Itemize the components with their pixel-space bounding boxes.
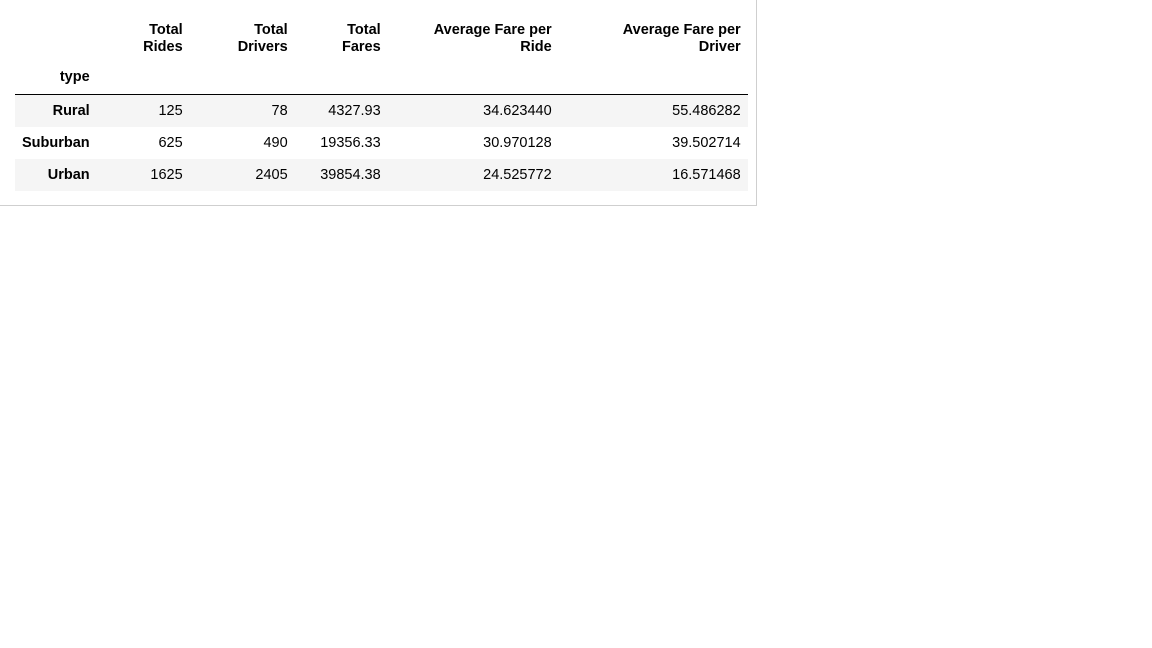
table-row: Suburban 625 490 19356.33 30.970128 39.5… — [15, 127, 748, 159]
table-cell: 625 — [158, 134, 183, 151]
table-cell: 39.502714 — [672, 134, 741, 151]
column-header-avg-fare-per-ride: Average Fare per Ride — [388, 20, 559, 58]
table-cell: 39854.38 — [320, 166, 381, 183]
column-header-line: Average Fare per — [433, 22, 552, 38]
table-cell: 16.571468 — [672, 166, 741, 183]
corner-cell — [15, 20, 97, 58]
index-row-spacer — [294, 58, 388, 95]
table-cell: 2405 — [255, 166, 288, 183]
table-cell: 1625 — [150, 166, 183, 183]
table-row: Rural 125 78 4327.93 34.623440 55.486282 — [15, 94, 748, 127]
row-index-label: Suburban — [22, 134, 90, 151]
notebook-output-area: Total Rides Total Drivers Total Fares Av… — [0, 0, 757, 206]
index-row-spacer — [558, 58, 748, 95]
index-name-label: type — [15, 58, 97, 95]
dataframe-table: Total Rides Total Drivers Total Fares Av… — [15, 20, 748, 191]
column-header-line: Ride — [520, 39, 552, 55]
table-cell: 125 — [158, 102, 183, 119]
column-header-line: Rides — [143, 39, 183, 55]
row-index-label: Rural — [52, 102, 90, 119]
table-cell: 30.970128 — [483, 134, 552, 151]
table-cell: 55.486282 — [672, 102, 741, 119]
column-header-row: Total Rides Total Drivers Total Fares Av… — [15, 20, 748, 58]
table-cell: 34.623440 — [483, 102, 552, 119]
column-header-total-fares: Total Fares — [295, 20, 388, 58]
index-row-spacer — [189, 58, 295, 95]
index-row-spacer — [96, 58, 190, 95]
column-header-line: Driver — [698, 39, 741, 55]
index-name-row: type — [15, 58, 748, 95]
column-header-line: Total — [254, 22, 288, 38]
column-header-total-rides: Total Rides — [97, 20, 190, 58]
column-header-total-drivers: Total Drivers — [190, 20, 295, 58]
table-cell: 24.525772 — [483, 166, 552, 183]
table-cell: 19356.33 — [320, 134, 381, 151]
table-row: Urban 1625 2405 39854.38 24.525772 16.57… — [15, 158, 748, 191]
table-cell: 490 — [263, 134, 288, 151]
column-header-line: Average Fare per — [622, 22, 741, 38]
column-header-avg-fare-per-driver: Average Fare per Driver — [559, 20, 748, 58]
column-header-line: Drivers — [237, 39, 288, 55]
table-cell: 78 — [271, 102, 288, 119]
column-header-line: Fares — [341, 39, 381, 55]
column-header-line: Total — [347, 22, 381, 38]
row-index-label: Urban — [47, 166, 90, 183]
table-cell: 4327.93 — [328, 102, 381, 119]
index-row-spacer — [387, 58, 559, 95]
column-header-line: Total — [149, 22, 183, 38]
